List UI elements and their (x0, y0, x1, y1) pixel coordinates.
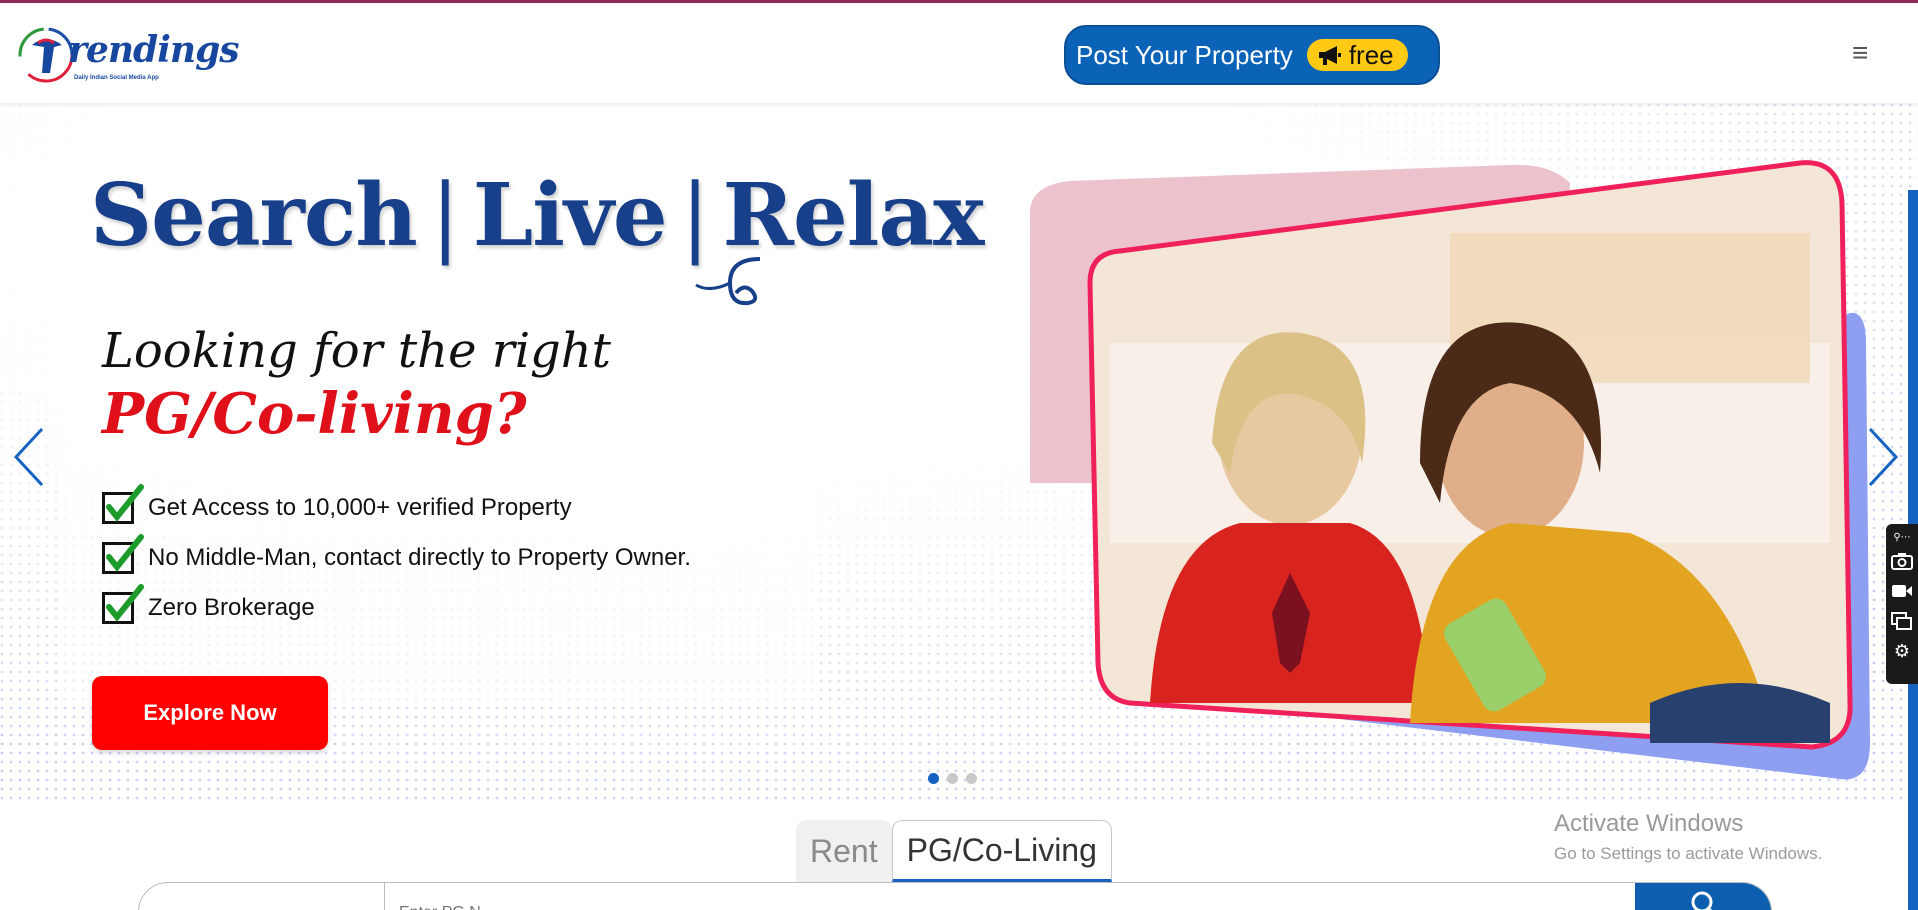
video-icon[interactable] (1889, 576, 1915, 606)
feature-text: No Middle-Man, contact directly to Prope… (148, 544, 691, 571)
menu-icon[interactable]: ≡ (1852, 37, 1868, 69)
explore-now-button[interactable]: Explore Now (92, 676, 328, 750)
logo[interactable]: rendings Daily Indian Social Media App (16, 21, 240, 91)
hero-highlight: PG/Co-living? (102, 381, 527, 447)
headline-divider: | (680, 166, 710, 266)
pin-icon[interactable]: ⚲⋯ (1889, 528, 1915, 546)
carousel-dot[interactable] (966, 773, 977, 784)
post-property-label: Post Your Property (1076, 39, 1293, 70)
checkbox-check-icon (102, 584, 144, 624)
search-type-tabs: Rent PG/Co-Living (796, 820, 1112, 882)
gear-icon[interactable]: ⚙ (1889, 636, 1915, 666)
search-bar (138, 882, 1772, 910)
tab-pg-coliving[interactable]: PG/Co-Living (891, 820, 1112, 882)
headline-relax: Relax (722, 165, 985, 266)
hero-headline: Search | Live | Relax (90, 165, 985, 266)
watermark-title: Activate Windows (1554, 810, 1744, 837)
carousel-indicators (928, 773, 977, 784)
headline-live: Live (472, 165, 668, 266)
search-icon (1691, 891, 1713, 910)
free-badge: free (1306, 39, 1408, 71)
watermark-subtitle: Go to Settings to activate Windows. (1554, 844, 1823, 863)
post-property-button[interactable]: Post Your Property free (1064, 25, 1440, 85)
hero-photo (1030, 160, 1870, 780)
logo-tagline: Daily Indian Social Media App (74, 75, 159, 81)
carousel-next-icon[interactable] (1862, 421, 1902, 491)
search-input[interactable] (389, 883, 1649, 910)
site-header: rendings Daily Indian Social Media App P… (0, 3, 1918, 103)
checkbox-check-icon (102, 484, 144, 524)
screen-capture-toolbar: ⚲⋯ ⚙ (1886, 524, 1918, 684)
windows-icon[interactable] (1889, 606, 1915, 636)
hero-carousel: Search | Live | Relax Looking for the right … (0, 103, 1918, 803)
hero-subheading: Looking for the right (102, 323, 611, 379)
megaphone-icon (1318, 46, 1341, 65)
windows-activation-watermark: Activate Windows Go to Settings to activ… (1554, 810, 1822, 864)
checkbox-check-icon (102, 534, 144, 574)
carousel-dot[interactable] (928, 773, 939, 784)
carousel-prev-icon[interactable] (10, 421, 50, 491)
feature-item: No Middle-Man, contact directly to Prope… (102, 533, 691, 583)
swash-ornament (695, 257, 761, 306)
feature-item: Zero Brokerage (102, 583, 691, 633)
headline-divider: | (430, 166, 460, 266)
city-select[interactable] (139, 883, 385, 910)
free-badge-label: free (1348, 39, 1394, 70)
feature-text: Zero Brokerage (148, 594, 315, 621)
feature-item: Get Access to 10,000+ verified Property (102, 483, 691, 533)
carousel-dot[interactable] (947, 773, 958, 784)
search-button[interactable] (1635, 883, 1771, 910)
feature-text: Get Access to 10,000+ verified Property (148, 494, 572, 521)
feature-list: Get Access to 10,000+ verified Property … (102, 483, 691, 633)
tab-rent[interactable]: Rent (796, 820, 892, 882)
camera-icon[interactable] (1889, 546, 1915, 576)
logo-wordmark: rendings (68, 29, 240, 71)
headline-search: Search (90, 165, 418, 266)
